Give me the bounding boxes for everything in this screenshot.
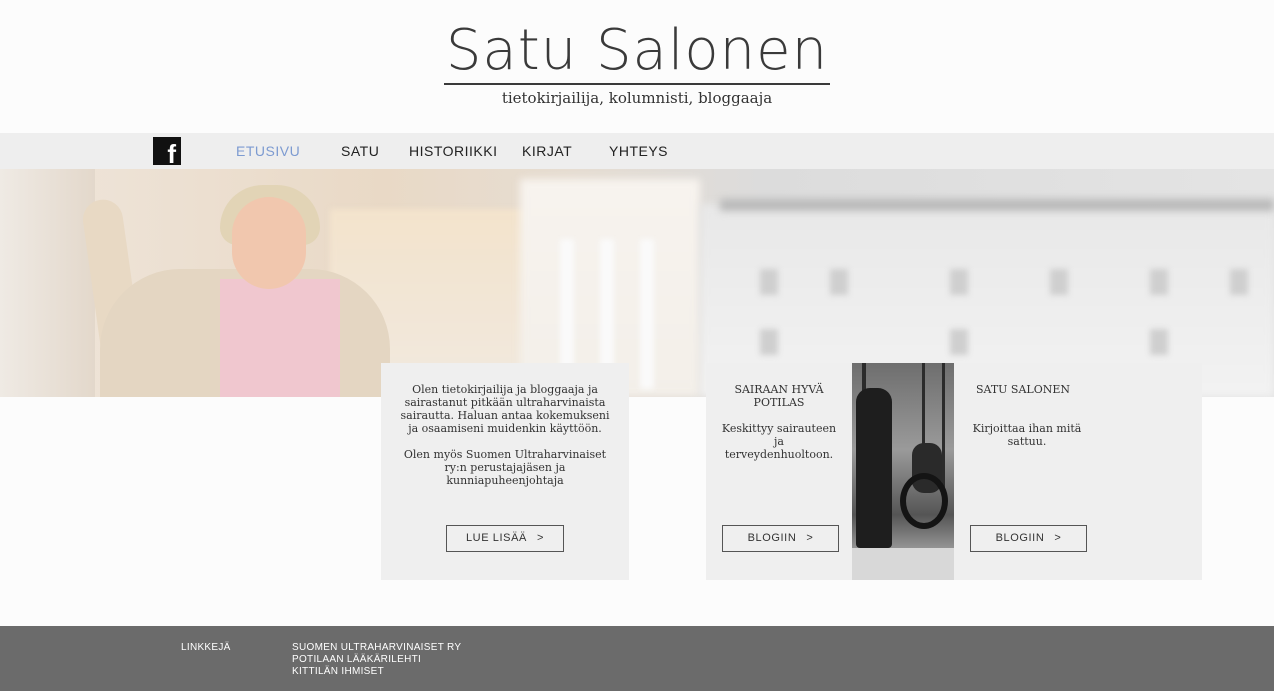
hero-window xyxy=(830,269,848,295)
site-title[interactable]: Satu Salonen xyxy=(0,16,1274,86)
photo-road xyxy=(852,548,954,580)
nav-item-etusivu[interactable]: ETUSIVU xyxy=(236,143,300,159)
blog-button[interactable]: BLOGIIN > xyxy=(722,525,839,552)
blog-card-title: SAIRAAN HYVÄ POTILAS xyxy=(734,383,824,409)
photo-man xyxy=(856,388,892,548)
portrait-shirt xyxy=(220,279,340,397)
arrow-right-icon: > xyxy=(537,532,545,544)
blog-card-satu-salonen: SATU SALONEN Kirjoittaa ihan mitä sattuu… xyxy=(954,363,1202,580)
hero-column xyxy=(640,239,654,389)
footer-links-label: LINKKEJÄ xyxy=(181,642,231,653)
footer: LINKKEJÄ SUOMEN ULTRAHARVINAISET RY POTI… xyxy=(0,626,1274,691)
nav-item-historiikki[interactable]: HISTORIIKKI xyxy=(409,143,497,159)
hero-window xyxy=(1050,269,1068,295)
nav-item-yhteys[interactable]: YHTEYS xyxy=(609,143,668,159)
nav-item-satu[interactable]: SATU xyxy=(341,143,379,159)
blog-button[interactable]: BLOGIIN > xyxy=(970,525,1087,552)
read-more-button[interactable]: LUE LISÄÄ > xyxy=(446,525,564,552)
arrow-right-icon: > xyxy=(806,532,814,544)
facebook-icon[interactable]: f xyxy=(153,137,181,165)
blog-card-title: SATU SALONEN xyxy=(975,383,1071,396)
photo-tree xyxy=(942,363,945,493)
portrait-face xyxy=(232,197,306,289)
hero-window xyxy=(1150,269,1168,295)
hero-roofline xyxy=(720,199,1274,211)
arrow-right-icon: > xyxy=(1054,532,1062,544)
blog-photo-wheelchair xyxy=(852,363,954,580)
hero-window xyxy=(760,269,778,295)
hero-window xyxy=(1150,329,1168,355)
main-nav: f ETUSIVU SATU HISTORIIKKI KIRJAT YHTEYS xyxy=(0,133,1274,169)
blog-card-sairaan-hyva-potilas: SAIRAAN HYVÄ POTILAS Keskittyy sairautee… xyxy=(706,363,852,580)
footer-links: SUOMEN ULTRAHARVINAISET RY POTILAAN LÄÄK… xyxy=(292,642,461,678)
hero-window xyxy=(950,329,968,355)
footer-link-suomen-ultraharvinaiset[interactable]: SUOMEN ULTRAHARVINAISET RY xyxy=(292,642,461,654)
hero-window xyxy=(950,269,968,295)
footer-link-potilaan-laakarilehti[interactable]: POTILAAN LÄÄKÄRILEHTI xyxy=(292,654,461,666)
footer-link-kittilan-ihmiset[interactable]: KITTILÄN IHMISET xyxy=(292,666,461,678)
photo-wheelchair xyxy=(900,473,948,529)
intro-paragraph-1: Olen tietokirjailija ja bloggaaja ja sai… xyxy=(400,383,610,435)
blog-card-text: Kirjoittaa ihan mitä sattuu. xyxy=(972,422,1082,448)
intro-paragraph-2: Olen myös Suomen Ultraharvinaiset ry:n p… xyxy=(403,448,607,487)
nav-item-kirjat[interactable]: KIRJAT xyxy=(522,143,572,159)
hero-window xyxy=(760,329,778,355)
hero-window xyxy=(1230,269,1248,295)
intro-card: Olen tietokirjailija ja bloggaaja ja sai… xyxy=(381,363,629,580)
blog-card-text: Keskittyy sairauteen ja terveydenhuoltoo… xyxy=(721,422,837,461)
site-subtitle: tietokirjailija, kolumnisti, bloggaaja xyxy=(501,89,773,107)
hero-portrait xyxy=(80,169,390,397)
